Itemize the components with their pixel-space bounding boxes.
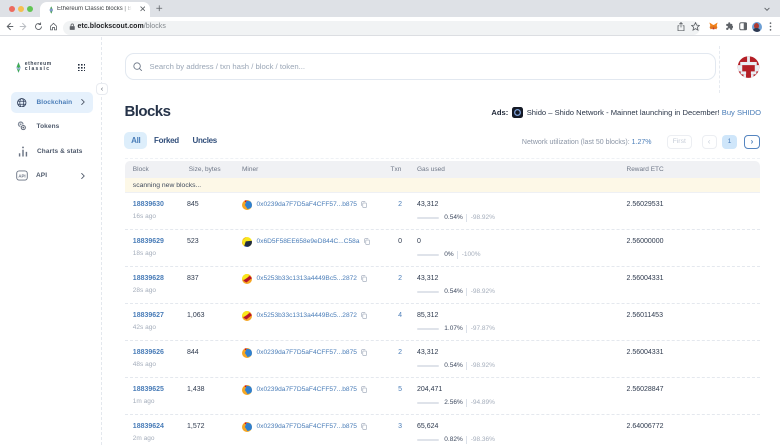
svg-text:API: API	[18, 174, 25, 179]
